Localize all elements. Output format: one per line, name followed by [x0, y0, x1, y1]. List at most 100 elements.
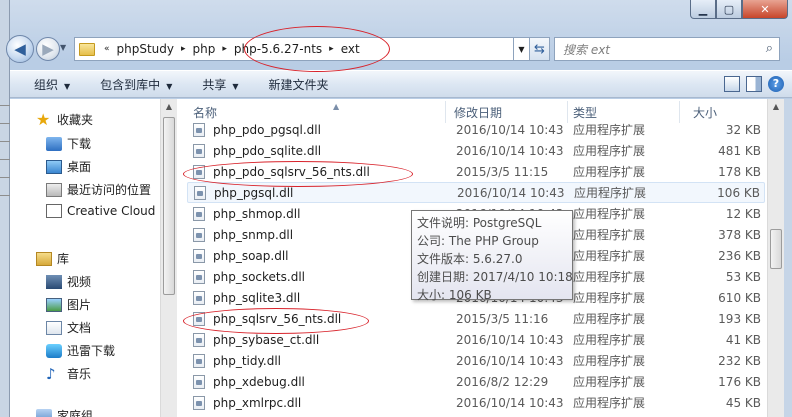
file-row[interactable]: php_pdo_sqlsrv_56_nts.dll 2015/3/5 11:15 应… — [187, 161, 765, 182]
chevron-right-icon[interactable]: ▸ — [178, 44, 189, 54]
nav-item-xunlei[interactable]: 迅雷下载 — [46, 342, 115, 359]
dll-file-icon — [193, 269, 205, 284]
file-info-tooltip: 文件说明: PostgreSQL 公司: The PHP Group 文件版本:… — [411, 210, 573, 302]
scrollbar-thumb[interactable] — [770, 229, 782, 269]
address-dropdown-icon[interactable]: ▼ — [514, 37, 530, 61]
new-folder-button[interactable]: 新建文件夹 — [269, 76, 329, 93]
dll-file-icon — [193, 206, 205, 221]
nav-item-documents[interactable]: 文档 — [46, 319, 91, 336]
nav-item-creative-cloud[interactable]: Creative Cloud — [46, 204, 155, 218]
file-row[interactable]: php_pgsql.dll 2016/10/14 10:43 应用程序扩展 106 K… — [187, 182, 765, 203]
desktop-icon — [46, 159, 62, 174]
breadcrumb-overflow[interactable]: « — [101, 44, 113, 54]
maximize-button[interactable]: ▢ — [716, 0, 742, 19]
file-date: 2016/10/14 10:43 — [456, 353, 564, 368]
dll-file-icon — [193, 248, 205, 263]
breadcrumb-php[interactable]: php — [189, 42, 220, 56]
dll-file-icon — [193, 374, 205, 389]
dll-file-icon — [193, 290, 205, 305]
file-list-scrollbar[interactable]: ▲ — [767, 99, 784, 417]
file-size: 236 KB — [718, 248, 761, 263]
include-in-library-button[interactable]: 包含到库中 ▼ — [100, 76, 172, 93]
breadcrumb-phpstudy[interactable]: phpStudy — [113, 42, 179, 56]
file-date: 2016/10/14 10:43 — [456, 122, 564, 137]
dll-file-icon — [193, 227, 205, 242]
address-bar[interactable]: « phpStudy ▸ php ▸ php-5.6.27-nts ▸ ext — [74, 37, 514, 61]
nav-label: Creative Cloud — [67, 204, 156, 218]
nav-item-videos[interactable]: 视频 — [46, 273, 91, 290]
file-row[interactable]: php_pdo_sqlite.dll 2016/10/14 10:43 应用程序扩展… — [187, 140, 765, 161]
nav-item-recent[interactable]: 最近访问的位置 — [46, 181, 151, 198]
file-row[interactable]: php_sybase_ct.dll 2016/10/14 10:43 应用程序扩展 4… — [187, 329, 765, 350]
refresh-button[interactable]: ⇆ — [530, 37, 550, 61]
chevron-right-icon[interactable]: ▸ — [219, 44, 230, 54]
nav-item-pictures[interactable]: 图片 — [46, 296, 91, 313]
navigation-scrollbar[interactable]: ▲ — [160, 99, 177, 417]
forward-button[interactable]: ▶ — [36, 37, 60, 61]
file-size: 41 KB — [725, 332, 761, 347]
nav-label: 图片 — [67, 298, 92, 312]
file-size: 481 KB — [718, 143, 761, 158]
file-type: 应用程序扩展 — [573, 249, 646, 263]
nav-label: 家庭组 — [57, 409, 94, 417]
help-icon[interactable]: ? — [768, 76, 784, 92]
file-row[interactable]: php_tidy.dll 2016/10/14 10:43 应用程序扩展 232 KB — [187, 350, 765, 371]
tooltip-company: 公司: The PHP Group — [417, 234, 539, 248]
nav-item-homegroup[interactable]: 家庭组 — [36, 407, 93, 417]
nav-label: 桌面 — [67, 160, 92, 174]
file-size: 12 KB — [725, 206, 761, 221]
file-type: 应用程序扩展 — [573, 207, 646, 221]
file-date: 2016/10/14 10:43 — [456, 395, 564, 410]
file-size: 378 KB — [718, 227, 761, 242]
search-input[interactable]: 搜索 ext ⌕ — [554, 37, 780, 61]
file-type: 应用程序扩展 — [573, 123, 646, 137]
file-date: 2016/10/14 10:43 — [457, 185, 565, 200]
breadcrumb-ext[interactable]: ext — [337, 42, 364, 56]
history-dropdown-icon[interactable]: ▼ — [60, 43, 66, 52]
window-border — [784, 99, 792, 417]
nav-label: 文档 — [67, 321, 92, 335]
nav-item-music[interactable]: ♪ 音乐 — [46, 365, 91, 382]
file-type: 应用程序扩展 — [573, 312, 646, 326]
forward-arrow-icon: ▶ — [42, 40, 54, 58]
file-row[interactable]: php_sqlsrv_56_nts.dll 2015/3/5 11:16 应用程序扩… — [187, 308, 765, 329]
breadcrumb-php-version[interactable]: php-5.6.27-nts — [230, 42, 326, 56]
file-size: 176 KB — [718, 374, 761, 389]
scroll-up-icon[interactable]: ▲ — [161, 99, 177, 115]
file-name: php_sqlsrv_56_nts.dll — [213, 311, 342, 326]
file-name: php_pdo_sqlite.dll — [213, 143, 322, 158]
tooltip-version: 文件版本: 5.6.27.0 — [417, 252, 523, 266]
file-type: 应用程序扩展 — [573, 354, 646, 368]
file-row[interactable]: php_xdebug.dll 2016/8/2 12:29 应用程序扩展 176 KB — [187, 371, 765, 392]
chevron-right-icon[interactable]: ▸ — [326, 44, 337, 54]
back-button[interactable]: ◀ — [6, 35, 34, 63]
file-row[interactable]: php_xmlrpc.dll 2016/10/14 10:43 应用程序扩展 45 K… — [187, 392, 765, 413]
file-date: 2015/3/5 11:16 — [456, 311, 549, 326]
dll-file-icon — [193, 353, 205, 368]
nav-item-favorites[interactable]: ★ 收藏夹 — [36, 111, 93, 128]
nav-item-downloads[interactable]: 下载 — [46, 135, 91, 152]
share-button[interactable]: 共享 ▼ — [202, 76, 238, 93]
preview-pane-icon[interactable] — [746, 76, 762, 92]
nav-item-desktop[interactable]: 桌面 — [46, 158, 91, 175]
organize-button[interactable]: 组织 ▼ — [34, 76, 70, 93]
scrollbar-thumb[interactable] — [163, 117, 175, 295]
sort-ascending-icon: ▲ — [333, 102, 340, 111]
file-name: php_pgsql.dll — [214, 185, 294, 200]
nav-label: 库 — [57, 252, 70, 266]
video-icon — [46, 274, 62, 289]
view-options-icon[interactable] — [724, 76, 740, 92]
scroll-up-icon[interactable]: ▲ — [768, 99, 784, 115]
file-type: 应用程序扩展 — [573, 270, 646, 284]
file-name: php_pdo_pgsql.dll — [213, 122, 321, 137]
file-row[interactable]: php_pdo_pgsql.dll 2016/10/14 10:43 应用程序扩展 3… — [187, 119, 765, 140]
chevron-down-icon: ▼ — [64, 81, 71, 91]
background-window-edge — [0, 0, 10, 417]
nav-label: 下载 — [67, 137, 92, 151]
close-button[interactable]: ✕ — [742, 0, 788, 19]
nav-label: 最近访问的位置 — [67, 183, 152, 197]
minimize-button[interactable]: ▁ — [690, 0, 716, 19]
nav-item-libraries[interactable]: 库 — [36, 250, 69, 267]
pictures-icon — [46, 297, 62, 312]
chevron-down-icon: ▼ — [232, 81, 239, 91]
